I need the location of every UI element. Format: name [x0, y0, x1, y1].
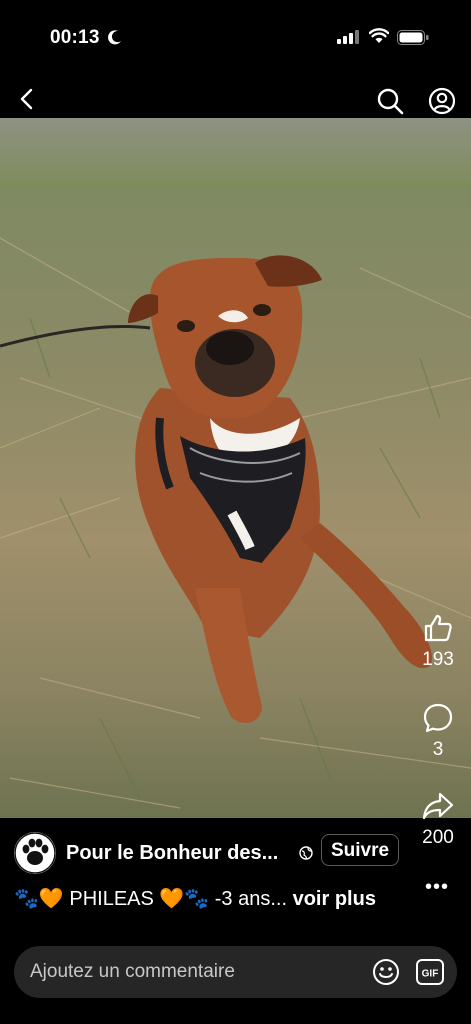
battery-icon [397, 30, 429, 45]
post-photo[interactable] [0, 118, 471, 818]
author-avatar[interactable] [14, 832, 56, 874]
profile-icon[interactable] [428, 87, 456, 115]
dog-photo [0, 118, 471, 809]
author-row: Pour le Bonheur des... Suivre ••• [0, 828, 471, 898]
see-more-link[interactable]: voir plus [293, 888, 376, 910]
comment-button[interactable]: 3 [410, 702, 466, 761]
like-count: 193 [422, 649, 454, 670]
comment-input[interactable]: Ajoutez un commentaire GIF [14, 946, 457, 998]
paw-logo-icon [14, 832, 56, 874]
moon-icon [108, 30, 121, 45]
follow-button[interactable]: Suivre [321, 834, 400, 866]
globe-icon [299, 846, 313, 860]
status-time: 00:13 [50, 27, 100, 48]
emoji-icon[interactable] [372, 958, 400, 986]
author-name[interactable]: Pour le Bonheur des... [66, 842, 278, 865]
status-bar: 00:13 [0, 0, 471, 78]
gif-label: GIF [422, 969, 439, 980]
like-button[interactable]: 193 [410, 612, 466, 671]
post-caption[interactable]: 🐾🧡 PHILEAS 🧡🐾 -3 ans... voir plus [14, 886, 376, 911]
comment-placeholder: Ajoutez un commentaire [30, 961, 235, 982]
caption-text: 🐾🧡 PHILEAS 🧡🐾 -3 ans... [14, 888, 288, 910]
comment-icon [423, 703, 453, 733]
more-options-icon[interactable]: ••• [425, 876, 449, 899]
top-nav [0, 78, 471, 120]
back-arrow-icon[interactable] [16, 88, 38, 110]
gif-icon[interactable]: GIF [416, 959, 444, 985]
search-icon[interactable] [376, 87, 404, 115]
wifi-icon [369, 28, 389, 43]
signal-icon [337, 30, 359, 44]
thumbs-up-icon [424, 614, 452, 642]
comment-count: 3 [432, 739, 444, 760]
share-icon [422, 792, 454, 820]
